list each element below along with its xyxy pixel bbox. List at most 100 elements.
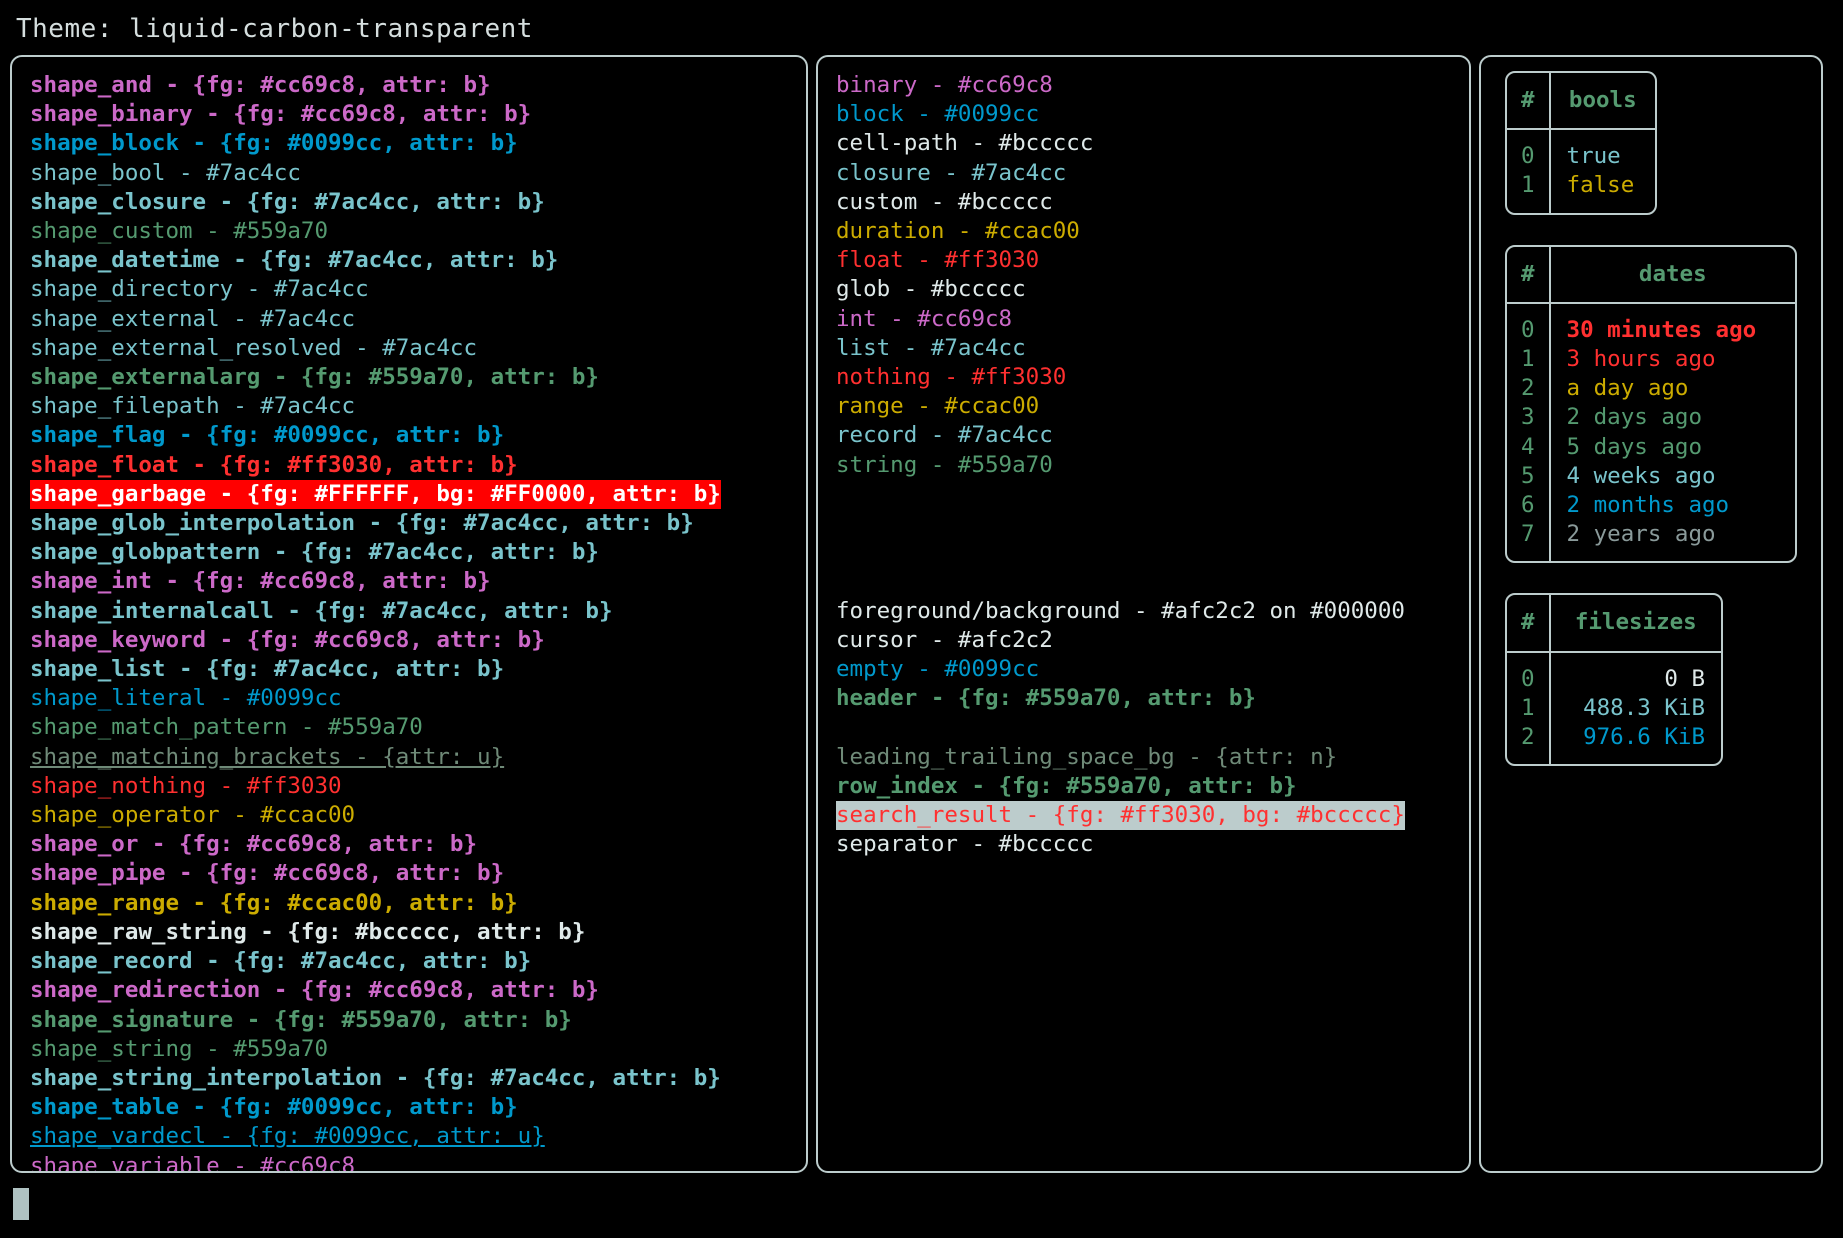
theme-label: Theme: liquid-carbon-transparent <box>16 14 533 44</box>
color-definition-line: shape_int - {fg: #cc69c8, attr: b} <box>30 568 491 595</box>
cell-value: 5 days ago <box>1566 433 1703 460</box>
color-definition-line: closure - #7ac4cc <box>836 159 1067 186</box>
color-definition-line: shape_external - #7ac4cc <box>30 305 356 332</box>
table-row: 2 976.6 KiB <box>1507 723 1721 765</box>
highlighted-line-row: shape_garbage - {fg: #FFFFFF, bg: #FF000… <box>30 479 788 510</box>
row-index: 2 <box>1507 723 1551 765</box>
table-header-row: # filesizes <box>1507 595 1721 653</box>
color-definition-line: shape_binary - {fg: #cc69c8, attr: b} <box>30 101 532 128</box>
cell-value: true <box>1566 143 1621 170</box>
color-definition-line: cursor - #afc2c2 <box>836 626 1053 653</box>
column-header-index: # <box>1507 595 1551 653</box>
table-row: 2 a day ago <box>1507 374 1795 404</box>
terminal-cursor <box>13 1188 29 1220</box>
color-definition-line: shape_matching_brackets - {attr: u} <box>30 743 505 770</box>
color-definition-line: string - #559a70 <box>836 451 1053 478</box>
color-definition-line: shape_pipe - {fg: #cc69c8, attr: b} <box>30 860 505 887</box>
color-definition-line: shape_or - {fg: #cc69c8, attr: b} <box>30 831 478 858</box>
table-row: 7 2 years ago <box>1507 520 1795 562</box>
color-definition-line: list - #7ac4cc <box>836 334 1026 361</box>
color-definition-line: shape_operator - #ccac00 <box>30 802 356 829</box>
cell-value: 30 minutes ago <box>1566 316 1757 343</box>
table-row: 0 0 B <box>1507 652 1721 694</box>
row-index: 6 <box>1507 491 1551 521</box>
color-definition-line: shape_datetime - {fg: #7ac4cc, attr: b} <box>30 247 559 274</box>
color-definition-line: duration - #ccac00 <box>836 218 1080 245</box>
color-definition-line: row_index - {fg: #559a70, attr: b} <box>836 772 1297 799</box>
cell-value: 2 months ago <box>1566 492 1730 519</box>
color-definition-line: glob - #bccccc <box>836 276 1026 303</box>
color-definition-line: shape_flag - {fg: #0099cc, attr: b} <box>30 422 505 449</box>
table-row: 1 false <box>1507 171 1655 213</box>
color-definition-line: shape_range - {fg: #ccac00, attr: b} <box>30 889 518 916</box>
color-definition-line: shape_variable - #cc69c8 <box>30 1152 356 1173</box>
color-definition-line: shape_string - #559a70 <box>30 1035 329 1062</box>
color-definition-line: shape_globpattern - {fg: #7ac4cc, attr: … <box>30 539 599 566</box>
color-definition-line: shape_external_resolved - #7ac4cc <box>30 334 478 361</box>
color-definition-line: binary - #cc69c8 <box>836 72 1053 98</box>
table-row: 6 2 months ago <box>1507 491 1795 521</box>
table-header-row: # bools <box>1507 73 1655 131</box>
color-definition-line: float - #ff3030 <box>836 247 1040 274</box>
color-definition-line: shape_list - {fg: #7ac4cc, attr: b} <box>30 656 505 683</box>
color-definition-line: shape_record - {fg: #7ac4cc, attr: b} <box>30 948 532 975</box>
color-definition-line: shape_garbage - {fg: #FFFFFF, bg: #FF000… <box>30 479 721 510</box>
row-index: 1 <box>1507 345 1551 375</box>
cell-value: a day ago <box>1566 375 1689 402</box>
color-definition-line: shape_keyword - {fg: #cc69c8, attr: b} <box>30 626 545 653</box>
color-definition-line: header - {fg: #559a70, attr: b} <box>836 685 1256 712</box>
color-definition-line: shape_nothing - #ff3030 <box>30 772 342 799</box>
color-definition-line: shape_glob_interpolation - {fg: #7ac4cc,… <box>30 510 694 537</box>
table-row: 1 488.3 KiB <box>1507 693 1721 724</box>
table-header-row: # dates <box>1507 246 1795 304</box>
color-definition-line: shape_bool - #7ac4cc <box>30 159 301 186</box>
color-definition-line: shape_table - {fg: #0099cc, attr: b} <box>30 1094 518 1121</box>
color-definition-line: shape_signature - {fg: #559a70, attr: b} <box>30 1006 572 1033</box>
color-definition-line: shape_vardecl - {fg: #0099cc, attr: u} <box>30 1123 545 1150</box>
color-definition-line: shape_externalarg - {fg: #559a70, attr: … <box>30 364 599 391</box>
color-definition-line: nothing - #ff3030 <box>836 364 1067 391</box>
color-definition-line: empty - #0099cc <box>836 656 1040 683</box>
cell-value: 488.3 KiB <box>1583 694 1705 721</box>
column-header-bools: bools <box>1550 73 1655 131</box>
color-definition-line: shape_filepath - #7ac4cc <box>30 393 356 420</box>
highlighted-line-row: search_result - {fg: #ff3030, bg: #bcccc… <box>836 801 1451 831</box>
color-definition-line: shape_and - {fg: #cc69c8, attr: b} <box>30 72 491 98</box>
row-index: 4 <box>1507 432 1551 462</box>
table-row: 5 4 weeks ago <box>1507 461 1795 492</box>
color-definition-line: shape_custom - #559a70 <box>30 218 329 245</box>
cell-value: false <box>1566 172 1635 199</box>
row-index: 2 <box>1507 374 1551 404</box>
table-row: 1 3 hours ago <box>1507 345 1795 375</box>
column-header-dates: dates <box>1550 247 1795 304</box>
color-definition-line: shape_float - {fg: #ff3030, attr: b} <box>30 451 518 478</box>
color-definition-line: leading_trailing_space_bg - {attr: n} <box>836 743 1338 770</box>
color-definition-line: shape_match_pattern - #559a70 <box>30 714 423 741</box>
tables-panel: # bools 0 true 1 false # dates 0 30 minutes ago 1 3… <box>1479 55 1823 1173</box>
cell-value: 976.6 KiB <box>1583 724 1705 751</box>
color-definition-line: int - #cc69c8 <box>836 305 1013 332</box>
color-definition-line: shape_redirection - {fg: #cc69c8, attr: … <box>30 977 599 1004</box>
cell-value: 0 B <box>1664 665 1705 692</box>
row-index: 0 <box>1507 652 1551 694</box>
cell-value: 4 weeks ago <box>1566 462 1716 489</box>
color-definition-line: shape_closure - {fg: #7ac4cc, attr: b} <box>30 188 545 215</box>
table-row: 3 2 days ago <box>1507 403 1795 433</box>
types-color-list-panel: binary - #cc69c8 block - #0099cc cell-path… <box>816 55 1471 1173</box>
color-definition-line: block - #0099cc <box>836 101 1040 128</box>
row-index: 3 <box>1507 403 1551 433</box>
color-definition-line: search_result - {fg: #ff3030, bg: #bcccc… <box>836 801 1405 831</box>
color-definition-line: foreground/background - #afc2c2 on #0000… <box>836 597 1405 624</box>
row-index: 5 <box>1507 461 1551 492</box>
table-row: 0 true <box>1507 130 1655 172</box>
color-definition-line: shape_block - {fg: #0099cc, attr: b} <box>30 130 518 157</box>
cell-value: 2 years ago <box>1566 521 1716 548</box>
cell-value: 3 hours ago <box>1566 346 1716 373</box>
table-bools: # bools 0 true 1 false <box>1505 71 1657 215</box>
cell-value: 2 days ago <box>1566 404 1703 431</box>
column-header-index: # <box>1507 246 1551 304</box>
